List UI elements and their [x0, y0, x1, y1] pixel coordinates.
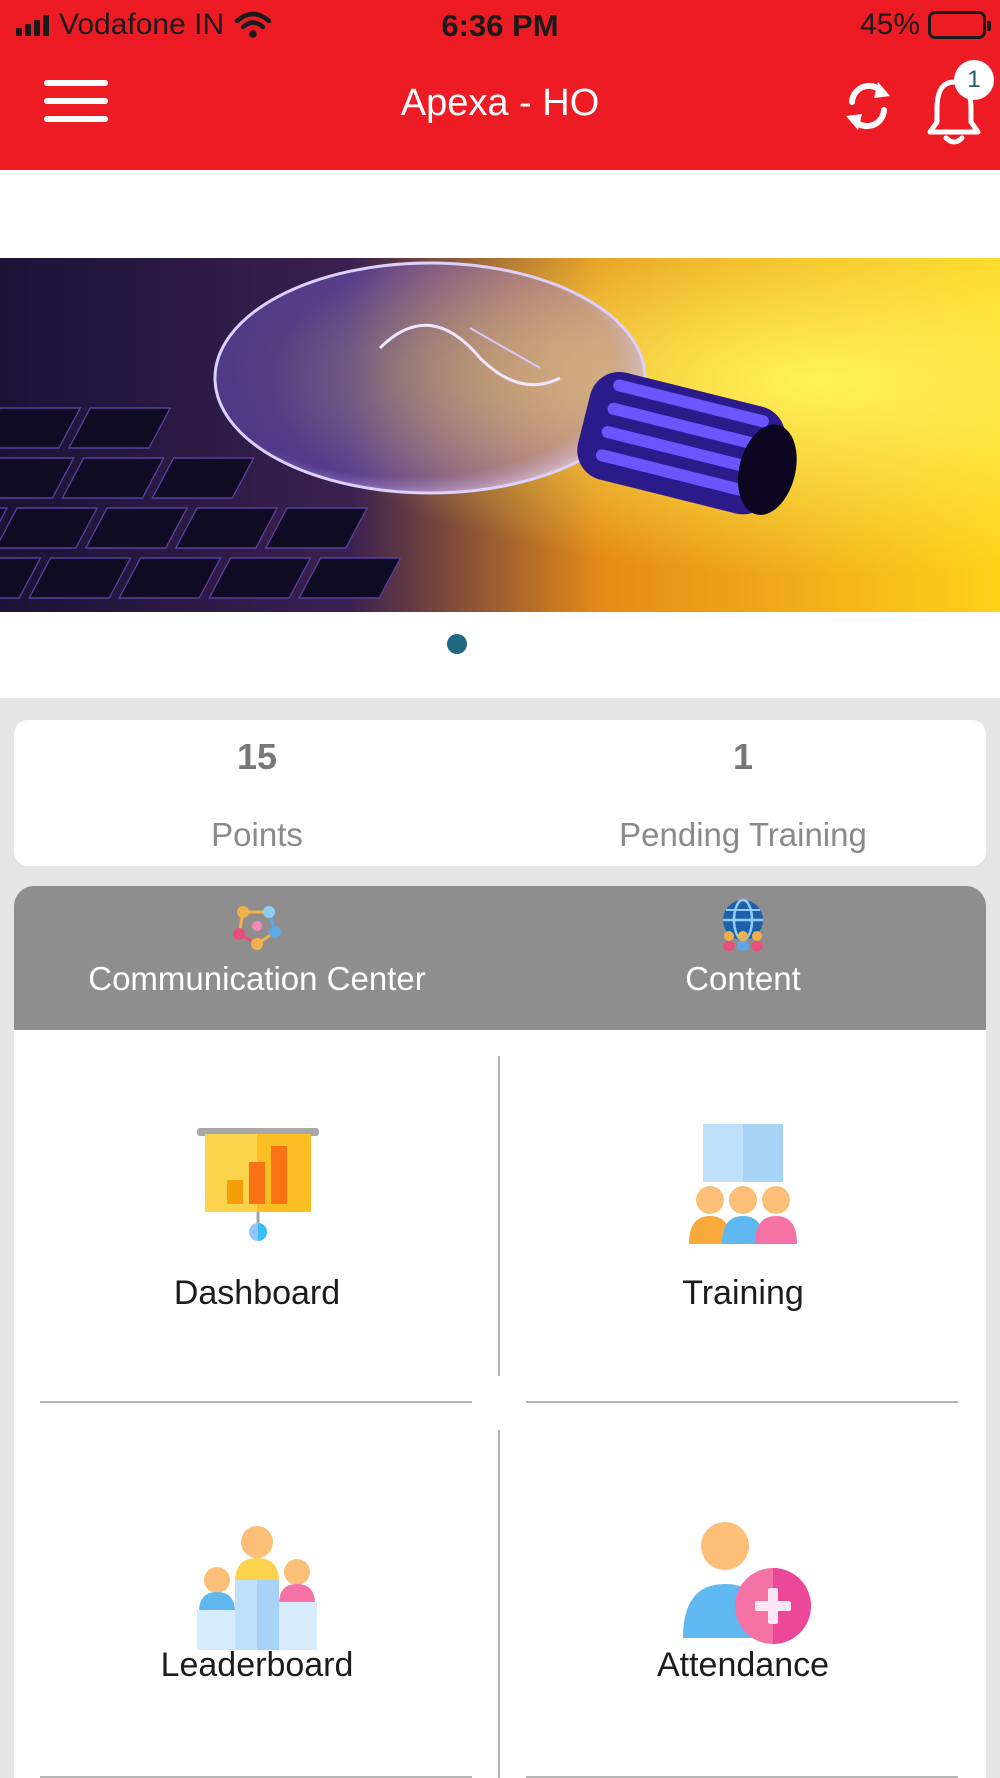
globe-people-icon — [723, 898, 763, 951]
nav-bar: Apexa - HO 1 — [0, 56, 1000, 170]
menu-grid: Dashboard Training Leaderboard Attendanc… — [14, 1030, 986, 1778]
points-value: 15 — [236, 736, 278, 777]
tab-communication-center[interactable]: Communication Center — [14, 886, 500, 1030]
classroom-icon — [689, 1124, 797, 1244]
points-stat[interactable]: 15 Points — [14, 720, 500, 866]
pending-training-label: Pending Training — [619, 816, 867, 853]
add-user-icon — [683, 1522, 811, 1644]
points-label: Points — [211, 816, 303, 853]
divider-horizontal-1 — [40, 1401, 472, 1403]
app-header: Vodafone IN 6:36 PM 45% Apexa - HO 1 — [0, 0, 1000, 170]
podium-icon — [197, 1526, 317, 1650]
tile-training-label: Training — [682, 1274, 804, 1312]
divider-horizontal-2 — [526, 1401, 958, 1403]
tile-dashboard[interactable]: Dashboard — [14, 1030, 500, 1400]
carousel-dot-active[interactable] — [447, 634, 467, 654]
sync-icon[interactable] — [838, 70, 898, 140]
pending-training-value: 1 — [732, 736, 754, 777]
tab-content[interactable]: Content — [500, 886, 986, 1030]
tab-content-label: Content — [685, 960, 801, 997]
quick-links-bar: Communication Center Content — [14, 886, 986, 1030]
tile-training[interactable]: Training — [500, 1030, 986, 1400]
banner-image[interactable] — [0, 258, 1000, 612]
pending-training-stat[interactable]: 1 Pending Training — [500, 720, 986, 866]
tab-communication-center-label: Communication Center — [88, 960, 426, 997]
tile-leaderboard[interactable]: Leaderboard — [14, 1404, 500, 1774]
tile-leaderboard-label: Leaderboard — [160, 1646, 354, 1684]
stats-card: 15 Points 1 Pending Training — [14, 720, 986, 866]
battery-icon — [928, 11, 991, 39]
notification-bell-button[interactable]: 1 — [920, 60, 994, 146]
battery-percent: 45% — [859, 8, 920, 41]
notification-badge: 1 — [954, 60, 994, 100]
status-bar: Vodafone IN 6:36 PM 45% — [0, 0, 1000, 56]
tile-attendance[interactable]: Attendance — [500, 1404, 986, 1774]
status-time: 6:36 PM — [441, 8, 559, 43]
tile-dashboard-label: Dashboard — [173, 1274, 341, 1312]
lightbulb-image — [0, 258, 1000, 612]
tile-attendance-label: Attendance — [656, 1646, 830, 1684]
status-right: 45% — [859, 8, 991, 42]
network-people-icon — [233, 906, 281, 950]
presentation-chart-icon — [197, 1128, 319, 1241]
